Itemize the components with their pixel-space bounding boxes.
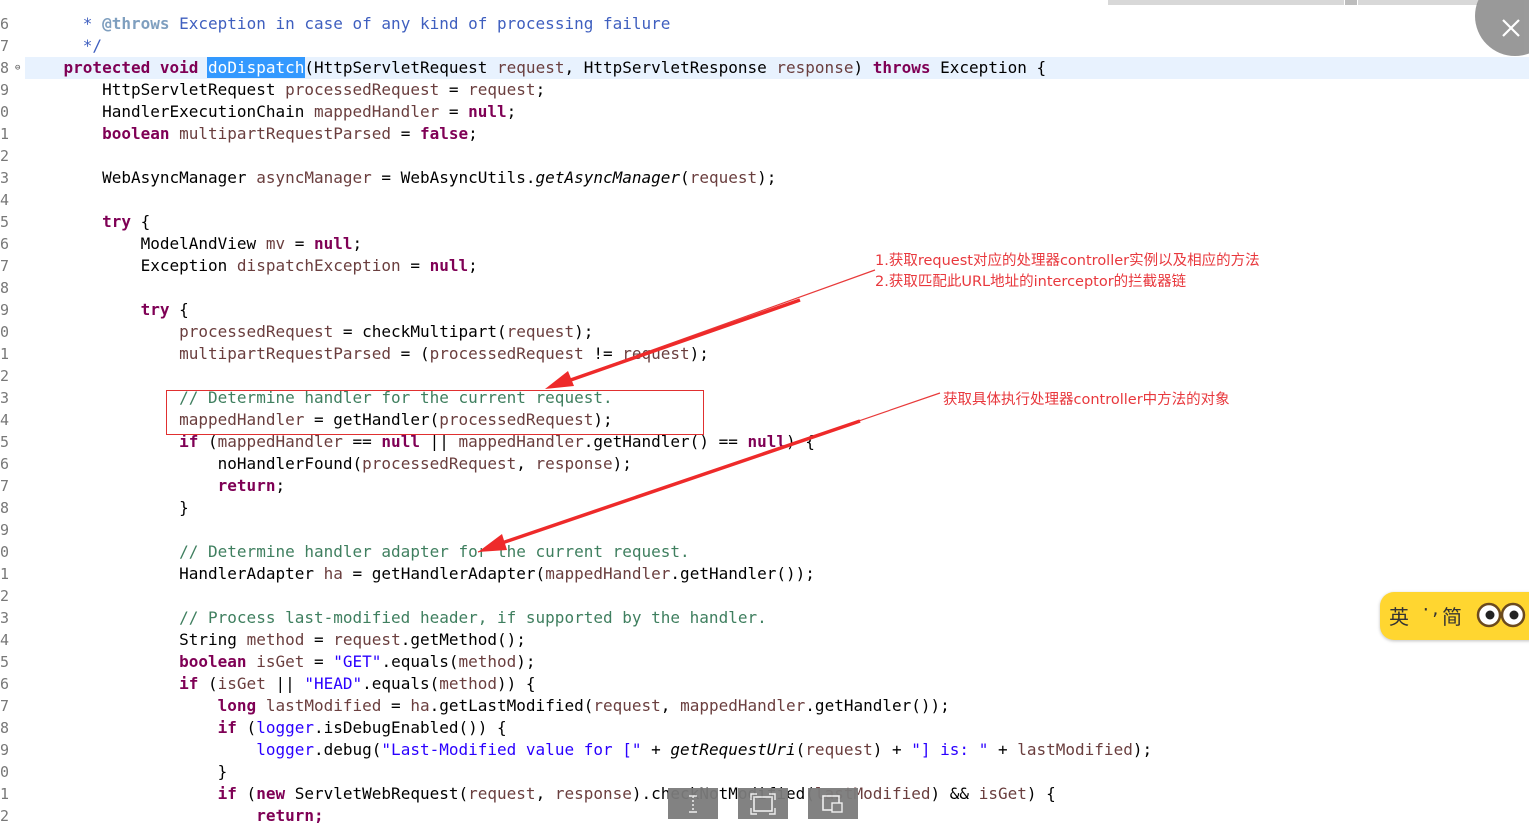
line-number: 6 bbox=[0, 15, 10, 33]
code-line[interactable]: HttpServletRequest processedRequest = re… bbox=[25, 79, 1529, 101]
code-line[interactable]: noHandlerFound(processedRequest, respons… bbox=[25, 453, 1529, 475]
line-number: 0 bbox=[0, 103, 10, 121]
code-line[interactable]: } bbox=[25, 761, 1529, 783]
line-number: 7 bbox=[0, 477, 10, 495]
annotation-note-2: 获取具体执行处理器controller中方法的对象 bbox=[943, 392, 1230, 408]
code-line[interactable]: processedRequest = checkMultipart(reques… bbox=[25, 321, 1529, 343]
code-line[interactable]: WebAsyncManager asyncManager = WebAsyncU… bbox=[25, 167, 1529, 189]
highlight-box bbox=[166, 390, 704, 435]
code-line[interactable]: */ bbox=[25, 35, 1529, 57]
line-number: 3 bbox=[0, 169, 10, 187]
code-line[interactable]: * @throws Exception in case of any kind … bbox=[25, 13, 1529, 35]
line-number: 7 bbox=[0, 37, 10, 55]
code-line[interactable]: try { bbox=[25, 299, 1529, 321]
line-number: 2 bbox=[0, 587, 10, 605]
top-scroll-strip bbox=[1108, 0, 1344, 5]
code-line[interactable]: ModelAndView mv = null; bbox=[25, 233, 1529, 255]
code-line[interactable]: // Process last-modified header, if supp… bbox=[25, 607, 1529, 629]
ime-mode-english[interactable]: 英 bbox=[1389, 601, 1409, 630]
line-number: 5 bbox=[0, 433, 10, 451]
line-number: 2 bbox=[0, 147, 10, 165]
code-line[interactable]: multipartRequestParsed = (processedReque… bbox=[25, 343, 1529, 365]
line-number: 1 bbox=[0, 565, 10, 583]
line-number: 6 bbox=[0, 455, 10, 473]
line-number: 0 bbox=[0, 763, 10, 781]
line-number: 3 bbox=[0, 389, 10, 407]
ime-mode-simplified[interactable]: 简 bbox=[1442, 601, 1462, 630]
line-number: 3 bbox=[0, 609, 10, 627]
line-number: 1 bbox=[0, 785, 10, 803]
line-number: 8 bbox=[0, 719, 10, 737]
line-number: 7 bbox=[0, 257, 10, 275]
line-number: 1 bbox=[0, 345, 10, 363]
line-number: 9 bbox=[0, 301, 10, 319]
line-number: 1 bbox=[0, 125, 10, 143]
code-line[interactable]: Exception dispatchException = null; bbox=[25, 255, 1529, 277]
capture-toolbar[interactable] bbox=[668, 788, 858, 819]
line-number: 5 bbox=[0, 653, 10, 671]
capture-fullscreen-button[interactable] bbox=[738, 788, 788, 819]
line-number: 5 bbox=[0, 213, 10, 231]
code-line[interactable]: boolean multipartRequestParsed = false; bbox=[25, 123, 1529, 145]
fullscreen-icon bbox=[750, 793, 776, 815]
text-cursor-icon bbox=[689, 795, 697, 813]
annotation-note-1: 1.获取request对应的处理器controller实例以及相应的方法 2.获… bbox=[875, 251, 1260, 293]
annotation-note-1-line-1: 1.获取request对应的处理器controller实例以及相应的方法 bbox=[875, 253, 1260, 269]
line-number: 8 bbox=[0, 499, 10, 517]
line-number: 2 bbox=[0, 367, 10, 385]
line-number: 4 bbox=[0, 191, 10, 209]
line-number: 9 bbox=[0, 741, 10, 759]
line-number: 6 bbox=[0, 675, 10, 693]
code-line[interactable]: } bbox=[25, 497, 1529, 519]
capture-text-button[interactable] bbox=[668, 788, 718, 819]
line-number: 8 bbox=[0, 279, 10, 297]
mascot-eyes-icon bbox=[1476, 602, 1526, 628]
code-line[interactable]: try { bbox=[25, 211, 1529, 233]
line-number: 2 bbox=[0, 807, 10, 825]
line-number: 9 bbox=[0, 521, 10, 539]
code-line[interactable]: return; bbox=[25, 475, 1529, 497]
top-scroll-strip-3 bbox=[1358, 0, 1478, 5]
code-line[interactable]: String method = request.getMethod(); bbox=[25, 629, 1529, 651]
code-line[interactable]: boolean isGet = "GET".equals(method); bbox=[25, 651, 1529, 673]
line-number: 9 bbox=[0, 81, 10, 99]
line-number: 8 ⊖ bbox=[0, 57, 21, 79]
line-number: 4 bbox=[0, 411, 10, 429]
code-line[interactable]: if (logger.isDebugEnabled()) { bbox=[25, 717, 1529, 739]
close-icon bbox=[1502, 19, 1520, 37]
line-number: 0 bbox=[0, 323, 10, 341]
code-line[interactable]: long lastModified = ha.getLastModified(r… bbox=[25, 695, 1529, 717]
ime-status-widget[interactable]: 英 ·, 简 bbox=[1380, 592, 1529, 640]
fold-collapse-icon[interactable]: ⊖ bbox=[15, 57, 20, 79]
line-number: 6 bbox=[0, 235, 10, 253]
code-line[interactable]: if (isGet || "HEAD".equals(method)) { bbox=[25, 673, 1529, 695]
line-number: 0 bbox=[0, 543, 10, 561]
code-line-current[interactable]: protected void doDispatch(HttpServletReq… bbox=[25, 57, 1529, 79]
top-scroll-strip-2 bbox=[1345, 0, 1357, 5]
line-number: 7 bbox=[0, 697, 10, 715]
code-line[interactable]: HandlerAdapter ha = getHandlerAdapter(ma… bbox=[25, 563, 1529, 585]
code-line[interactable]: // Determine handler adapter for the cur… bbox=[25, 541, 1529, 563]
line-number: 4 bbox=[0, 631, 10, 649]
capture-window-button[interactable] bbox=[808, 788, 858, 819]
ime-punctuation-mode[interactable]: ·, bbox=[1421, 600, 1440, 619]
code-line[interactable]: HandlerExecutionChain mappedHandler = nu… bbox=[25, 101, 1529, 123]
window-capture-icon bbox=[822, 795, 843, 813]
selected-method-name[interactable]: doDispatch bbox=[207, 57, 306, 78]
code-line[interactable]: logger.debug("Last-Modified value for ["… bbox=[25, 739, 1529, 761]
annotation-note-1-line-2: 2.获取匹配此URL地址的interceptor的拦截器链 bbox=[875, 274, 1187, 290]
